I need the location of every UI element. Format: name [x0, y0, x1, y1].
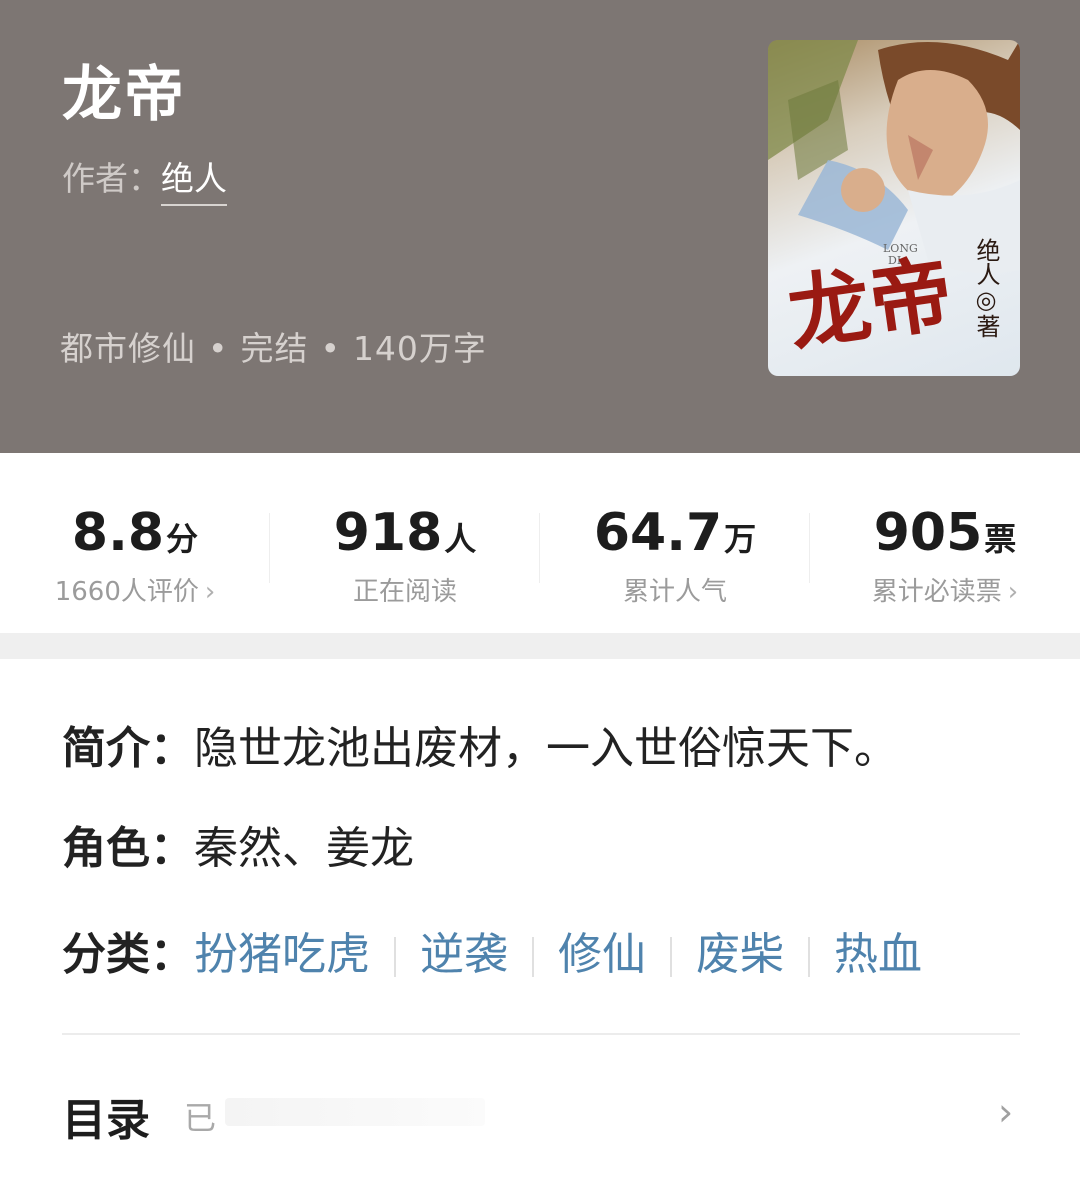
- stat-value: 64.7万: [593, 503, 757, 563]
- roles-row: 角色：秦然、姜龙: [62, 812, 414, 876]
- author-link[interactable]: 绝人: [161, 159, 227, 206]
- tag-item[interactable]: 热血: [834, 929, 922, 980]
- intro-row: 简介：隐世龙池出废材，一入世俗惊天下。: [62, 712, 898, 776]
- chevron-right-icon: ›: [204, 577, 216, 607]
- stat-value: 8.8分: [71, 503, 199, 563]
- stat-label: 累计人气: [622, 577, 727, 607]
- tag-item[interactable]: 逆袭: [420, 929, 508, 980]
- book-cover[interactable]: LONG DI 龙帝 绝人◎著: [768, 40, 1020, 376]
- section-gap: [0, 633, 1080, 659]
- stat-readers: 918人 正在阅读: [270, 503, 540, 608]
- toc-label[interactable]: 目录: [62, 1084, 150, 1148]
- meta-dot: •: [208, 329, 229, 368]
- stat-label: 1660人评价 ›: [54, 577, 216, 607]
- cover-art: LONG DI 龙帝 绝人◎著: [768, 40, 1020, 364]
- tag-item[interactable]: 废柴: [696, 929, 784, 980]
- stat-label: 正在阅读: [352, 577, 457, 607]
- toc-blurred-text: [225, 1098, 485, 1126]
- book-title: 龙帝: [62, 60, 186, 130]
- stat-value: 918人: [333, 503, 477, 563]
- word-count: 140万字: [352, 329, 487, 368]
- stat-votes[interactable]: 905票 累计必读票 ›: [810, 503, 1080, 608]
- svg-text:绝人◎著: 绝人◎著: [972, 238, 1000, 338]
- roles-label: 角色：: [62, 823, 194, 874]
- tag-divider: [670, 937, 672, 977]
- author-row: 作者：绝人: [62, 152, 227, 206]
- stats-bar: 8.8分 1660人评价 › 918人 正在阅读 64.7万 累计人气 905票 …: [0, 453, 1080, 633]
- author-label: 作者：: [62, 159, 161, 198]
- cover-title: 龙帝: [783, 246, 959, 364]
- stat-value: 905票: [873, 503, 1017, 563]
- tags-row: 分类：扮猪吃虎 逆袭 修仙 废柴 热血: [62, 918, 922, 982]
- divider: [62, 1033, 1020, 1035]
- stat-popularity: 64.7万 累计人气: [540, 503, 810, 608]
- stat-rating[interactable]: 8.8分 1660人评价 ›: [0, 503, 270, 608]
- status: 完结: [240, 329, 309, 368]
- tags-label: 分类：: [62, 929, 194, 980]
- meta-dot: •: [320, 329, 341, 368]
- intro-label: 简介：: [62, 723, 194, 774]
- intro-text: 隐世龙池出废材，一入世俗惊天下。: [194, 723, 898, 774]
- tag-item[interactable]: 修仙: [558, 929, 646, 980]
- toc-subtitle: 已: [184, 1099, 217, 1137]
- chevron-right-icon: ›: [1007, 577, 1019, 607]
- book-header: 龙帝 作者：绝人 都市修仙 • 完结 • 140万字 LONG DI 龙帝 绝人◎著: [0, 0, 1080, 453]
- chevron-right-icon[interactable]: ›: [998, 1090, 1013, 1134]
- genre: 都市修仙: [60, 329, 196, 368]
- roles-text: 秦然、姜龙: [194, 823, 414, 874]
- stat-label: 累计必读票 ›: [871, 577, 1019, 607]
- tag-divider: [808, 937, 810, 977]
- book-meta: 都市修仙 • 完结 • 140万字: [60, 322, 487, 370]
- tag-item[interactable]: 扮猪吃虎: [194, 929, 370, 980]
- cover-author-mark: 绝人◎著: [972, 238, 1000, 338]
- tag-divider: [532, 937, 534, 977]
- tag-divider: [394, 937, 396, 977]
